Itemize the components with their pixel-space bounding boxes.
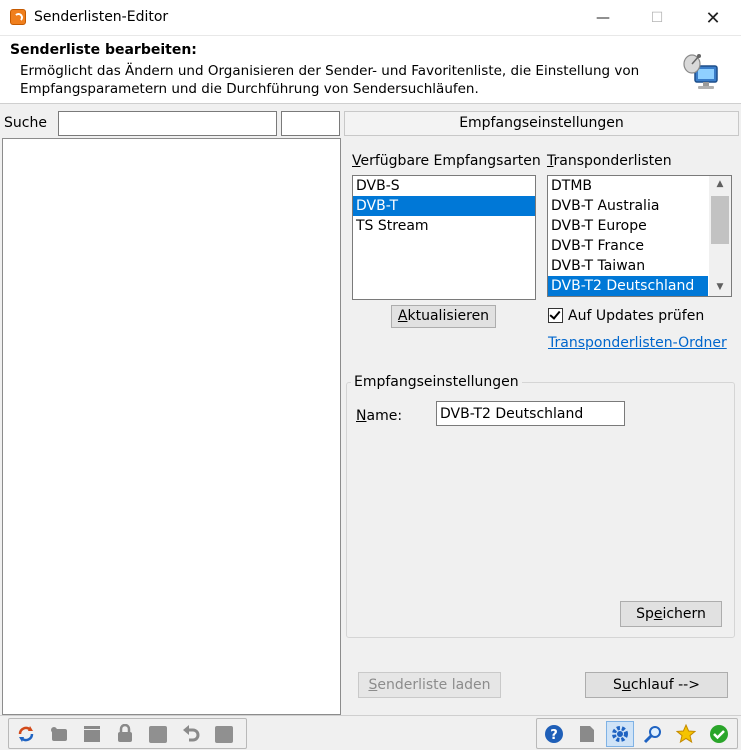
- scroll-up-icon[interactable]: ▲: [709, 176, 731, 193]
- list-item[interactable]: DVB-T2 Deutschland: [548, 276, 708, 296]
- list-item[interactable]: DVB-T Australia: [548, 196, 708, 216]
- dialog-header: Senderliste bearbeiten: Ermöglicht das Ä…: [0, 36, 741, 104]
- scan-button[interactable]: Suchlauf -->: [585, 672, 728, 698]
- close-button[interactable]: ✕: [690, 0, 736, 36]
- gear-icon[interactable]: [606, 721, 634, 747]
- window-title: Senderlisten-Editor: [34, 9, 169, 25]
- name-label-rest: ame:: [366, 408, 403, 424]
- square-icon[interactable]: [210, 721, 238, 747]
- svg-text:?: ?: [550, 728, 558, 743]
- minimize-button[interactable]: —: [580, 0, 626, 36]
- transponder-list[interactable]: DTMB DVB-T Australia DVB-T Europe DVB-T …: [547, 175, 732, 297]
- header-title: Senderliste bearbeiten:: [10, 42, 197, 58]
- refresh-button[interactable]: Aktualisieren: [391, 305, 496, 328]
- ok-icon[interactable]: [705, 721, 733, 747]
- save-button-pre: Sp: [636, 606, 654, 622]
- magnifier-icon[interactable]: [639, 721, 667, 747]
- channel-list[interactable]: [2, 138, 341, 715]
- search-filter-input[interactable]: [281, 111, 340, 136]
- reception-types-list[interactable]: DVB-S DVB-T TS Stream: [352, 175, 536, 300]
- reception-types-label-rest: erfügbare Empfangsarten: [360, 153, 541, 169]
- lock-icon[interactable]: [111, 721, 139, 747]
- load-button-accel: S: [368, 677, 378, 693]
- check-updates-checkbox[interactable]: [548, 308, 563, 323]
- transponder-lists-label-rest: ransponderlisten: [553, 153, 672, 169]
- header-description: Ermöglicht das Ändern und Organisieren d…: [20, 63, 640, 97]
- name-label-accel: N: [356, 408, 367, 424]
- reception-types-label: Verfügbare Empfangsarten: [352, 153, 541, 169]
- refresh-button-accel: A: [397, 308, 408, 324]
- list-item[interactable]: DVB-T Europe: [548, 216, 708, 236]
- refresh-button-rest: ktualisieren: [407, 308, 490, 324]
- refresh-icon[interactable]: [12, 721, 40, 747]
- name-label: Name:: [356, 408, 402, 424]
- app-icon: [10, 9, 26, 25]
- square-icon[interactable]: [144, 721, 172, 747]
- check-updates-label[interactable]: Auf Updates prüfen: [568, 308, 704, 324]
- satellite-computer-icon: [683, 54, 718, 89]
- transponder-lists-label: Transponderlisten: [547, 153, 672, 169]
- scan-button-pre: S: [613, 677, 622, 693]
- toolbar-right-group: ?: [536, 718, 738, 749]
- star-icon[interactable]: [672, 721, 700, 747]
- transponder-folder-link[interactable]: Transponderlisten-Ordner: [548, 335, 727, 351]
- maximize-button: ☐: [650, 10, 664, 26]
- save-button-rest: ichern: [662, 606, 706, 622]
- scan-button-accel: u: [621, 677, 631, 693]
- undo-icon[interactable]: [177, 721, 205, 747]
- reception-types-label-accel: V: [352, 153, 361, 169]
- load-channel-list-button: Senderliste laden: [358, 672, 501, 698]
- transponder-scrollbar[interactable]: ▲ ▼: [709, 176, 731, 296]
- list-item-dvb-t[interactable]: DVB-T: [353, 196, 535, 216]
- name-input[interactable]: [436, 401, 625, 426]
- list-item[interactable]: DTMB: [548, 176, 708, 196]
- search-label: Suche: [4, 115, 47, 131]
- scroll-thumb[interactable]: [711, 196, 729, 244]
- list-item[interactable]: DVB-T France: [548, 236, 708, 256]
- scan-button-rest: chlauf -->: [630, 677, 700, 693]
- help-icon[interactable]: ?: [540, 721, 568, 747]
- note-icon[interactable]: [573, 721, 601, 747]
- load-button-rest: enderliste laden: [377, 677, 491, 693]
- tv-icon[interactable]: [45, 721, 73, 747]
- clapper-icon[interactable]: [78, 721, 106, 747]
- list-item[interactable]: DVB-T Taiwan: [548, 256, 708, 276]
- save-button[interactable]: Speichern: [620, 601, 722, 627]
- group-title: Empfangseinstellungen: [351, 374, 522, 390]
- toolbar-left-group: [8, 718, 247, 749]
- list-item-ts-stream[interactable]: TS Stream: [353, 216, 535, 236]
- bottom-toolbar: ?: [0, 715, 741, 750]
- search-input[interactable]: [58, 111, 277, 136]
- panel-header: Empfangseinstellungen: [344, 111, 739, 136]
- title-bar: Senderlisten-Editor — ☐ ✕: [0, 0, 741, 36]
- scroll-down-icon[interactable]: ▼: [709, 279, 731, 296]
- list-item-dvb-s[interactable]: DVB-S: [353, 176, 535, 196]
